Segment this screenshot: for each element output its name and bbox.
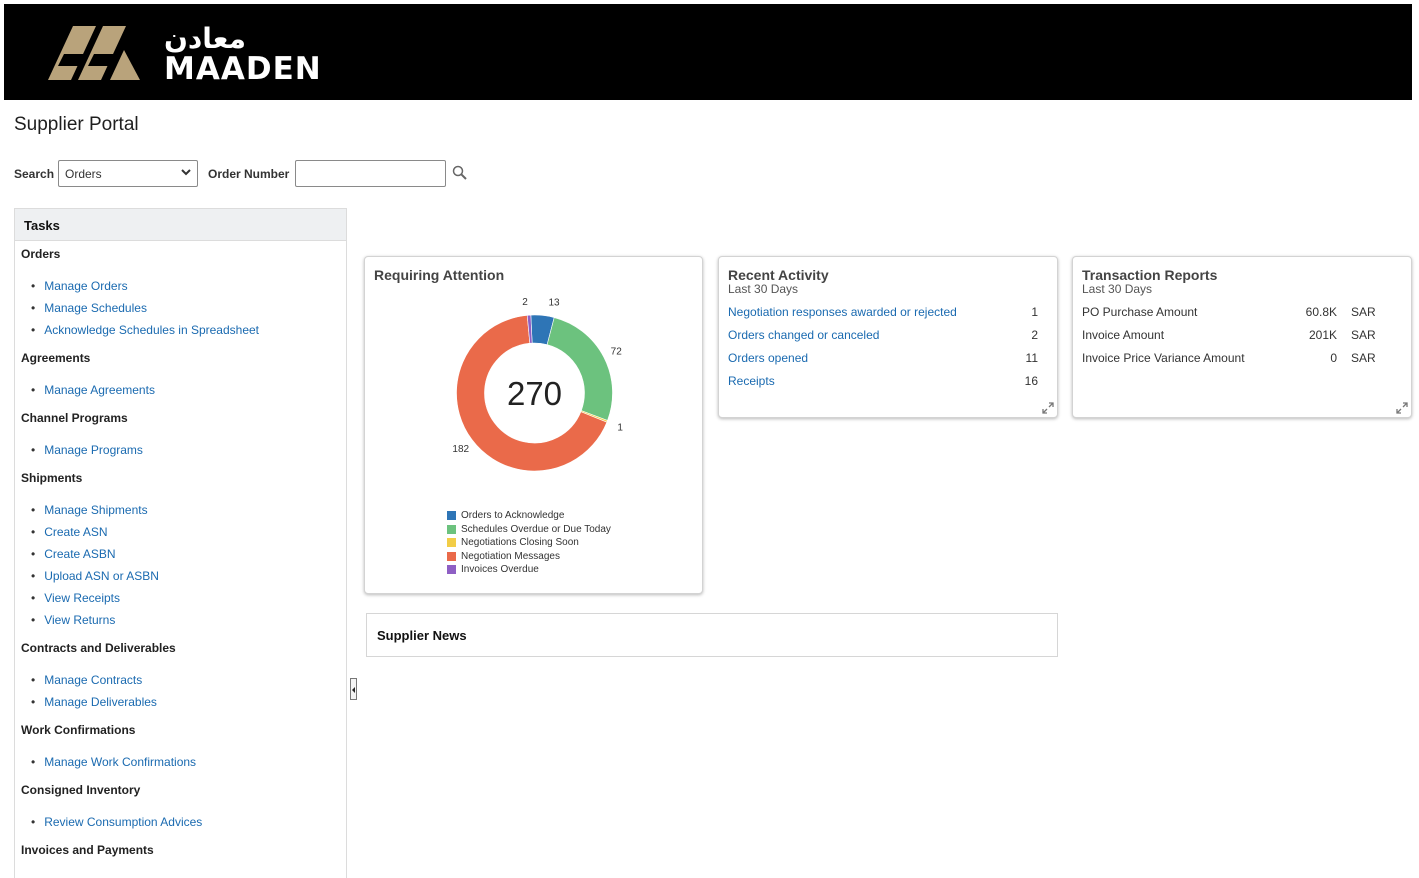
slice-data-label: 2	[522, 297, 528, 308]
donut-center-total: 270	[507, 375, 562, 412]
supplier-news-title: Supplier News	[377, 628, 467, 643]
link-manage-schedules[interactable]: Manage Schedules	[31, 301, 147, 315]
link-upload-asn[interactable]: Upload ASN or ASBN	[31, 569, 159, 583]
requiring-attention-title: Requiring Attention	[374, 267, 505, 283]
brand-wordmark: معادن MAADEN	[164, 22, 322, 87]
report-label: PO Purchase Amount	[1082, 305, 1198, 319]
legend-label: Negotiation Messages	[461, 550, 560, 562]
activity-row: Orders changed or canceled 2	[728, 328, 1038, 344]
slice-data-label: 72	[611, 347, 623, 358]
report-label: Invoice Price Variance Amount	[1082, 351, 1245, 365]
slice-data-label: 13	[549, 297, 561, 308]
search-category-value: Orders	[65, 167, 102, 181]
link-view-receipts[interactable]: View Receipts	[31, 591, 120, 605]
report-amount: 0	[1330, 351, 1337, 365]
activity-count: 16	[1024, 374, 1038, 388]
legend-swatch	[447, 511, 456, 521]
order-number-label: Order Number	[208, 167, 290, 181]
report-currency: SAR	[1351, 351, 1376, 365]
transaction-reports-card: Transaction Reports Last 30 Days PO Purc…	[1072, 256, 1412, 418]
section-contracts: Contracts and Deliverables	[21, 641, 176, 655]
link-manage-shipments[interactable]: Manage Shipments	[31, 503, 147, 517]
report-currency: SAR	[1351, 305, 1376, 319]
report-amount: 201K	[1308, 328, 1337, 342]
legend-swatch	[447, 551, 456, 561]
activity-label-link[interactable]: Negotiation responses awarded or rejecte…	[728, 305, 957, 319]
activity-label-link[interactable]: Orders opened	[728, 351, 808, 365]
legend-item[interactable]: Negotiations Closing Soon	[447, 536, 611, 550]
legend-swatch	[447, 524, 456, 534]
chevron-down-icon	[181, 169, 191, 176]
page-title: Supplier Portal	[14, 114, 139, 135]
expand-icon[interactable]	[1396, 402, 1408, 414]
search-icon[interactable]	[451, 164, 469, 182]
activity-count: 1	[1031, 305, 1038, 319]
link-manage-agreements[interactable]: Manage Agreements	[31, 383, 155, 397]
maaden-logo	[48, 22, 140, 85]
link-manage-deliverables[interactable]: Manage Deliverables	[31, 695, 157, 709]
tasks-panel: Tasks Orders Manage Orders Manage Schedu…	[14, 208, 347, 878]
legend-label: Invoices Overdue	[461, 564, 539, 576]
transaction-reports-title: Transaction Reports	[1082, 267, 1218, 283]
requiring-attention-donut-chart[interactable]: 13 72 1 182 2 270	[365, 287, 704, 517]
section-consigned-inventory: Consigned Inventory	[21, 783, 141, 797]
legend-item[interactable]: Schedules Overdue or Due Today	[447, 523, 611, 537]
brand-name-english: MAADEN	[164, 51, 322, 87]
activity-row: Orders opened 11	[728, 351, 1038, 367]
transaction-reports-subtitle: Last 30 Days	[1082, 282, 1153, 296]
activity-row: Negotiation responses awarded or rejecte…	[728, 305, 1038, 321]
section-agreements: Agreements	[21, 351, 91, 365]
report-row: PO Purchase Amount 60.8K SAR	[1082, 305, 1382, 321]
supplier-news-panel: Supplier News	[366, 613, 1058, 657]
activity-label-link[interactable]: Orders changed or canceled	[728, 328, 879, 342]
report-row: Invoice Price Variance Amount 0 SAR	[1082, 351, 1382, 367]
link-view-returns[interactable]: View Returns	[31, 613, 115, 627]
link-acknowledge-schedules[interactable]: Acknowledge Schedules in Spreadsheet	[31, 323, 259, 337]
link-manage-orders[interactable]: Manage Orders	[31, 279, 127, 293]
legend-item[interactable]: Negotiation Messages	[447, 550, 611, 564]
link-manage-contracts[interactable]: Manage Contracts	[31, 673, 142, 687]
requiring-attention-card: Requiring Attention 13 72 1 182 2 270 Orders…	[364, 256, 703, 594]
section-work-confirmations: Work Confirmations	[21, 723, 136, 737]
section-orders: Orders	[21, 247, 61, 261]
legend-item[interactable]: Orders to Acknowledge	[447, 509, 611, 523]
tasks-title: Tasks	[15, 209, 346, 241]
legend-label: Schedules Overdue or Due Today	[461, 523, 611, 535]
legend-label: Negotiations Closing Soon	[461, 537, 579, 549]
link-review-consumption-advices[interactable]: Review Consumption Advices	[31, 815, 202, 829]
link-manage-work-confirmations[interactable]: Manage Work Confirmations	[31, 755, 196, 769]
activity-count: 2	[1031, 328, 1038, 342]
report-row: Invoice Amount 201K SAR	[1082, 328, 1382, 344]
recent-activity-card: Recent Activity Last 30 Days Negotiation…	[718, 256, 1058, 418]
search-label: Search	[14, 167, 55, 181]
collapse-panel-handle[interactable]	[350, 678, 357, 700]
report-currency: SAR	[1351, 328, 1376, 342]
report-amount: 60.8K	[1305, 305, 1337, 319]
section-invoices-payments: Invoices and Payments	[21, 843, 154, 857]
activity-row: Receipts 16	[728, 374, 1038, 390]
recent-activity-title: Recent Activity	[728, 267, 829, 283]
legend-swatch	[447, 538, 456, 548]
link-manage-programs[interactable]: Manage Programs	[31, 443, 143, 457]
expand-icon[interactable]	[1042, 402, 1054, 414]
legend-swatch	[447, 565, 456, 575]
search-category-select[interactable]: Orders	[58, 160, 198, 187]
slice-data-label: 182	[452, 444, 469, 455]
recent-activity-subtitle: Last 30 Days	[728, 282, 799, 296]
section-channel-programs: Channel Programs	[21, 411, 128, 425]
order-number-input[interactable]	[295, 160, 446, 187]
slice-data-label: 1	[617, 422, 623, 433]
activity-count: 11	[1025, 351, 1038, 365]
legend-label: Orders to Acknowledge	[461, 510, 565, 522]
legend-item[interactable]: Invoices Overdue	[447, 563, 611, 577]
brand-name-arabic: معادن	[164, 22, 246, 55]
activity-label-link[interactable]: Receipts	[728, 374, 775, 388]
link-create-asn[interactable]: Create ASN	[31, 525, 107, 539]
link-create-asbn[interactable]: Create ASBN	[31, 547, 115, 561]
report-label: Invoice Amount	[1082, 328, 1165, 342]
section-shipments: Shipments	[21, 471, 83, 485]
chart-legend: Orders to Acknowledge Schedules Overdue o…	[447, 509, 611, 577]
header-banner: معادن MAADEN	[4, 4, 1412, 100]
